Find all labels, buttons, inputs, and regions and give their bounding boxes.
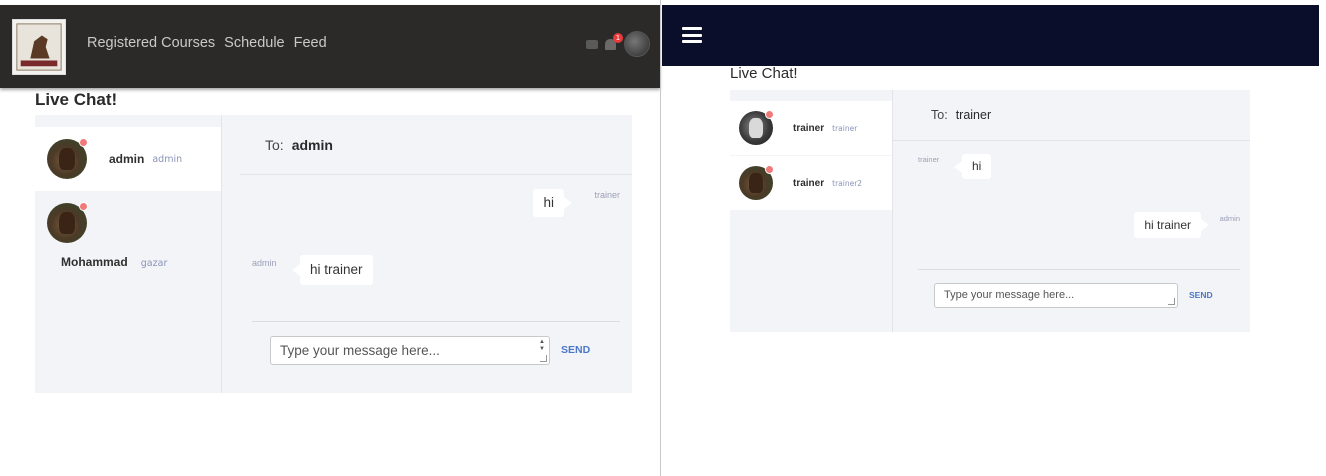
contact-avatar: [47, 138, 88, 179]
to-label: To:: [265, 137, 284, 153]
resize-grip[interactable]: [1168, 298, 1175, 305]
message-bubble-outgoing: hi: [533, 189, 572, 217]
recipient-name: trainer: [955, 108, 992, 122]
contacts-list: trainer trainer trainer trainer2: [730, 90, 893, 332]
composer-divider: [252, 321, 620, 322]
nav-registered-courses[interactable]: Registered Courses: [87, 35, 215, 51]
contact-name: trainer: [793, 177, 825, 189]
contacts-list: admin admin Mohammad gazar: [35, 115, 222, 393]
recipient-name: admin: [291, 137, 333, 153]
input-placeholder: Type your message here...: [944, 289, 1075, 301]
chat-panel: admin admin Mohammad gazar To: admin hi t…: [35, 115, 632, 393]
message-bubble-incoming: hi: [953, 154, 992, 179]
to-label: To:: [931, 108, 948, 122]
bell-icon[interactable]: 1: [604, 33, 623, 52]
chat-panel: trainer trainer trainer trainer2 To: trai…: [730, 90, 1250, 332]
message-sender: admin: [252, 258, 277, 268]
online-dot: [765, 110, 774, 119]
contact-avatar: [47, 202, 88, 243]
desktop-view: Registered Courses Schedule Feed 1 Live …: [0, 0, 660, 476]
spinner-arrows[interactable]: ▲ ▼: [539, 339, 545, 353]
logo-icon[interactable]: [12, 19, 66, 75]
message-bubble-incoming: hi trainer: [292, 255, 373, 285]
conversation: To: admin hi trainer admin hi trainer Typ…: [222, 115, 632, 393]
split-divider: [660, 0, 661, 476]
contact-trainer2[interactable]: trainer trainer2: [730, 156, 892, 210]
nav-schedule[interactable]: Schedule: [224, 35, 284, 51]
message-input[interactable]: Type your message here...: [934, 283, 1178, 308]
message-input[interactable]: Type your message here... ▲ ▼: [270, 336, 550, 365]
contact-mohammad[interactable]: Mohammad gazar: [35, 199, 221, 269]
online-dot: [79, 138, 88, 147]
header-icons: 1: [586, 31, 650, 57]
contact-name: trainer: [793, 122, 825, 134]
contact-name: Mohammad: [61, 255, 128, 269]
contact-username: admin: [152, 153, 183, 165]
main-nav: Registered Courses Schedule Feed: [87, 35, 327, 51]
notification-badge: 1: [613, 33, 623, 43]
mobile-view: Live Chat! trainer trainer trainer train…: [662, 0, 1326, 476]
contact-trainer[interactable]: trainer trainer: [730, 101, 892, 155]
header-divider: [893, 140, 1250, 141]
recipient-line: To: admin: [265, 137, 333, 153]
top-navbar: Registered Courses Schedule Feed 1: [0, 5, 660, 88]
contact-name: admin: [109, 152, 145, 166]
contact-username: gazar: [140, 258, 168, 269]
message-sender: trainer: [594, 190, 620, 200]
contact-avatar: [739, 110, 774, 145]
recipient-line: To: trainer: [931, 108, 991, 122]
conversation: To: trainer trainer hi hi trainer admin T…: [893, 90, 1250, 332]
nav-feed[interactable]: Feed: [294, 35, 327, 51]
page-title: Live Chat!: [35, 90, 118, 109]
send-button[interactable]: SEND: [1189, 290, 1213, 300]
message-sender: trainer: [918, 155, 940, 164]
contact-username: trainer: [832, 123, 858, 133]
header-divider: [240, 174, 632, 175]
message-icon[interactable]: [586, 39, 598, 49]
contact-avatar: [739, 165, 774, 200]
input-placeholder: Type your message here...: [280, 343, 440, 358]
message-sender: admin: [1219, 214, 1240, 223]
online-dot: [79, 202, 88, 211]
message-bubble-outgoing: hi trainer: [1134, 212, 1209, 238]
hamburger-menu-icon[interactable]: [682, 27, 702, 43]
send-button[interactable]: SEND: [561, 344, 590, 356]
contact-username: trainer2: [832, 178, 863, 188]
page-title: Live Chat!: [730, 65, 798, 82]
resize-grip[interactable]: [540, 355, 547, 362]
top-navbar: [662, 5, 1319, 66]
composer-divider: [918, 269, 1240, 270]
contact-admin[interactable]: admin admin: [35, 127, 221, 191]
user-avatar[interactable]: [624, 31, 650, 57]
online-dot: [765, 165, 774, 174]
